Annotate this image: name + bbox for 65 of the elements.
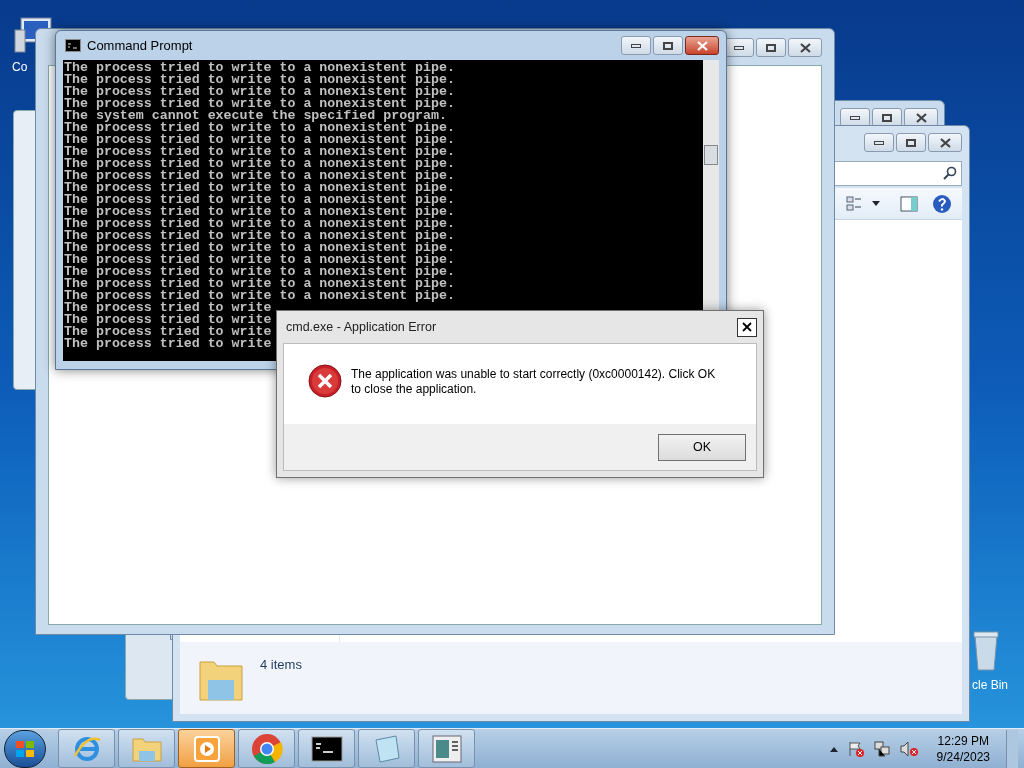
console-line: The process tried to write (64, 302, 272, 314)
maximize-button[interactable] (653, 36, 683, 55)
console-line: The process tried to write (64, 326, 272, 338)
maximize-button[interactable] (896, 133, 926, 152)
icon-label: cle Bin (972, 677, 1009, 694)
close-icon (799, 42, 811, 53)
preview-pane-icon[interactable] (900, 195, 918, 212)
console-line: The process tried to write to a nonexistent pipe. (64, 290, 455, 302)
console-line: The process tried to write (64, 338, 272, 350)
window-icon (431, 734, 462, 763)
console-icon (65, 39, 81, 52)
console-line: The process tried to write to a nonexistent pipe. (64, 170, 455, 182)
start-button[interactable] (4, 729, 46, 768)
taskbar-button[interactable] (298, 729, 355, 768)
console-line: The process tried to write to a nonexistent pipe. (64, 242, 455, 254)
clock-date[interactable]: 9/24/2023 (936, 748, 990, 765)
console-line: The process tried to write to a nonexistent pipe. (64, 158, 455, 170)
chrome-icon (250, 732, 283, 765)
console-line: The process tried to write to a nonexistent pipe. (64, 122, 455, 134)
ok-button[interactable]: OK (658, 433, 746, 461)
windows-logo-icon (15, 739, 35, 758)
console-line: The process tried to write to a nonexistent pipe. (64, 134, 455, 146)
console-line: The process tried to write to a nonexistent pipe. (64, 230, 455, 242)
help-icon[interactable] (932, 193, 952, 214)
console-line: The system cannot execute the specified program. (64, 110, 447, 122)
console-line: The process tried to write to a nonexistent pipe. (64, 206, 455, 218)
search-field[interactable] (834, 160, 962, 186)
error-icon (308, 364, 342, 398)
close-button[interactable] (928, 133, 962, 152)
console-line: The process tried to write to a nonexistent pipe. (64, 62, 455, 74)
console-line: The process tried to write to a nonexistent pipe. (64, 182, 455, 194)
clock-time[interactable]: 12:29 PM (937, 732, 989, 749)
item-count: 4 items (260, 656, 302, 674)
console-line: The process tried to write to a nonexistent pipe. (64, 194, 455, 206)
scroll-thumb[interactable] (704, 145, 718, 165)
error-message: The application was unable to start correctly (0xc0000142). Click OK to close the application. (351, 367, 717, 398)
console-line: The process tried to write to a nonexistent pipe. (64, 266, 455, 278)
minimize-button[interactable] (621, 36, 651, 55)
icon-label: Co (11, 59, 28, 76)
search-icon (943, 166, 957, 180)
close-icon (742, 322, 752, 332)
window-title: Command Prompt (87, 36, 194, 55)
maximize-button[interactable] (756, 38, 786, 57)
network-icon[interactable] (872, 739, 891, 758)
close-button[interactable] (685, 36, 719, 55)
console-line: The process tried to write to a nonexistent pipe. (64, 218, 455, 230)
close-icon (696, 40, 708, 51)
recycle-bin-icon[interactable] (972, 630, 1000, 672)
console-line: The process tried to write to a nonexistent pipe. (64, 74, 455, 86)
close-icon (915, 112, 927, 123)
dialog-title: cmd.exe - Application Error (286, 318, 437, 336)
console-icon (310, 735, 343, 762)
close-button[interactable] (788, 38, 822, 57)
console-line: The process tried to write to a nonexistent pipe. (64, 86, 455, 98)
play-icon (191, 733, 222, 764)
flag-icon[interactable] (846, 739, 865, 758)
minimize-button[interactable] (864, 133, 894, 152)
console-line: The process tried to write to a nonexistent pipe. (64, 278, 455, 290)
console-line: The process tried to write to a nonexistent pipe. (64, 98, 455, 110)
console-line: The process tried to write to a nonexistent pipe. (64, 254, 455, 266)
speaker-muted-icon[interactable] (898, 739, 919, 758)
console-line: The process tried to write (64, 314, 272, 326)
close-icon (939, 137, 951, 148)
close-button[interactable] (737, 317, 757, 337)
console-line: The process tried to write to a nonexistent pipe. (64, 146, 455, 158)
